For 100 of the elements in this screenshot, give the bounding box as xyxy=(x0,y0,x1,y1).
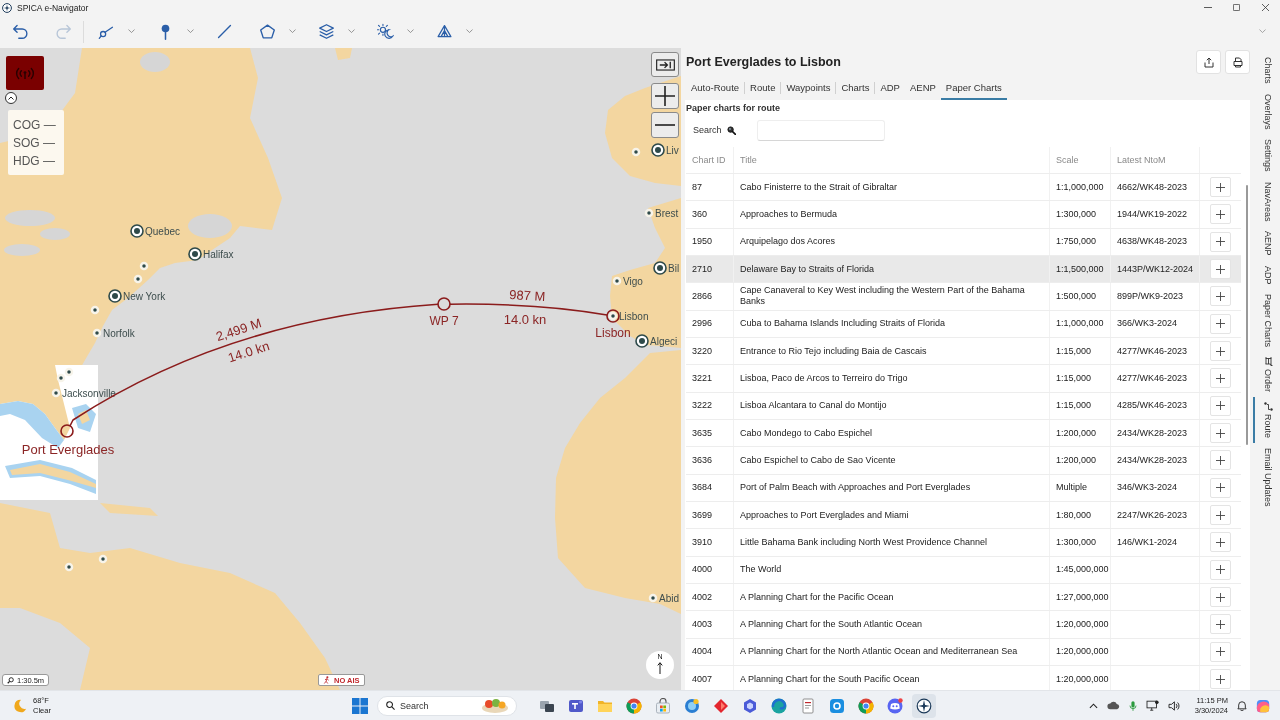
table-row[interactable]: 4000 The World 1:45,000,000 xyxy=(686,556,1241,584)
add-button[interactable] xyxy=(1210,231,1231,252)
column-header[interactable]: Chart ID xyxy=(686,147,733,173)
plus-icon xyxy=(1216,428,1225,438)
port-marker-icon[interactable] xyxy=(635,334,649,348)
add-button[interactable] xyxy=(1210,395,1231,416)
port-marker-icon[interactable] xyxy=(653,261,667,275)
tab[interactable]: ADP xyxy=(875,76,905,100)
side-tab[interactable]: Charts xyxy=(1253,52,1279,89)
table-row[interactable]: 3684 Port of Palm Beach with Approaches and Port Everglades Multiple 346/WK3-2024 xyxy=(686,474,1241,502)
table-row[interactable]: 3220 Entrance to Rio Tejo including Baia de Cascais 1:15,000 4277/WK46-2023 xyxy=(686,337,1241,366)
add-button[interactable] xyxy=(1210,341,1231,362)
plus-icon xyxy=(1216,346,1225,356)
table-cell: 1:80,000 xyxy=(1049,501,1110,529)
redo-icon xyxy=(54,23,72,40)
port-marker-icon[interactable] xyxy=(108,289,122,303)
side-tab[interactable]: Overlays xyxy=(1253,88,1279,135)
add-button[interactable] xyxy=(1210,614,1231,635)
logo-tile-icon[interactable] xyxy=(1256,698,1270,713)
port-marker-icon[interactable] xyxy=(130,224,144,238)
table-row[interactable]: 4002 A Planning Chart for the Pacific Ocean 1:27,000,000 xyxy=(686,583,1241,612)
column-header[interactable]: Scale xyxy=(1049,147,1110,173)
zoom-out-button[interactable] xyxy=(651,112,679,138)
table-row[interactable]: 3222 Lisboa Alcantara to Canal do Montijo 1:15,000 4285/WK46-2023 xyxy=(686,392,1241,420)
side-tab[interactable]: NavAreas xyxy=(1253,176,1279,227)
add-button[interactable] xyxy=(1210,532,1231,553)
city-dot-icon[interactable] xyxy=(648,593,658,603)
speaker-icon[interactable] xyxy=(1167,700,1180,711)
microphone-icon[interactable] xyxy=(1128,699,1137,712)
side-tab[interactable]: Paper Charts xyxy=(1253,289,1279,353)
add-button[interactable] xyxy=(1210,477,1231,498)
side-tab[interactable]: Email Updates xyxy=(1253,443,1279,512)
tab[interactable]: Charts xyxy=(836,76,875,100)
table-row[interactable]: 3910 Little Bahama Bank including North West Providence Channel 1:300,000 146/WK1-2024 xyxy=(686,529,1241,557)
plus-icon xyxy=(1216,647,1225,657)
city-dot-icon[interactable] xyxy=(51,388,61,398)
side-tab[interactable]: Settings xyxy=(1253,134,1279,177)
table-row[interactable]: 4004 A Planning Chart for the North Atlantic Ocean and Mediterranean Sea 1:20,000,000 xyxy=(686,638,1241,666)
table-row[interactable]: 4003 A Planning Chart for the South Atlantic Ocean 1:20,000,000 xyxy=(686,611,1241,639)
add-button[interactable] xyxy=(1210,259,1231,280)
add-button[interactable] xyxy=(1210,204,1231,225)
table-cell: 346/WK3-2024 xyxy=(1110,474,1199,501)
table-cell: 1:27,000,000 xyxy=(1049,583,1110,611)
tab[interactable]: Waypoints xyxy=(781,76,836,100)
panel-toggle-button[interactable] xyxy=(651,52,679,77)
add-button[interactable] xyxy=(1210,423,1231,444)
add-button[interactable] xyxy=(1210,641,1231,662)
table-row[interactable]: 360 Approaches to Bermuda 1:300,000 1944/WK19-2022 xyxy=(686,201,1241,229)
table-row[interactable]: 3635 Cabo Mondego to Cabo Espichel 1:200,000 2434/WK28-2023 xyxy=(686,419,1241,448)
side-tab[interactable]: ADP xyxy=(1253,260,1279,290)
waypoint-marker-icon[interactable] xyxy=(60,424,74,438)
port-marker-icon[interactable] xyxy=(188,247,202,261)
table-row[interactable]: 2996 Cuba to Bahama Islands Including Straits of Florida 1:1,000,000 366/WK3-2024 xyxy=(686,310,1241,338)
add-button[interactable] xyxy=(1210,505,1231,526)
monitor-icon[interactable] xyxy=(1145,700,1159,711)
table-row[interactable]: 3221 Lisboa, Paco de Arcos to Terreiro do Trigo 1:15,000 4277/WK46-2023 xyxy=(686,365,1241,393)
bell-icon[interactable] xyxy=(1237,700,1247,711)
add-button[interactable] xyxy=(1210,450,1231,471)
side-tab[interactable]: Order xyxy=(1253,352,1279,398)
tab[interactable]: Auto-Route xyxy=(686,76,745,100)
table-row[interactable]: 2710 Delaware Bay to Straits of Florida 1:1,500,000 1443P/WK12-2024 xyxy=(686,256,1241,284)
taskbar-app-button[interactable] xyxy=(912,693,936,718)
city-dot-icon[interactable] xyxy=(92,328,102,338)
side-tab[interactable]: AENP xyxy=(1253,226,1279,261)
table-row[interactable]: 1950 Arquipelago dos Acores 1:750,000 4638/WK48-2023 xyxy=(686,228,1241,256)
plus-icon xyxy=(1216,619,1225,629)
zoom-in-button[interactable] xyxy=(651,83,679,109)
port-marker-icon[interactable] xyxy=(651,143,665,157)
add-button[interactable] xyxy=(1210,177,1231,198)
column-header[interactable]: Latest NtoM xyxy=(1110,147,1199,173)
print-button[interactable] xyxy=(1225,50,1250,74)
table-cell: Cape Canaveral to Key West including the Western Part of the Bahama Banks xyxy=(733,283,1049,310)
cart-icon xyxy=(1263,357,1273,367)
cloud-icon[interactable] xyxy=(1106,701,1120,710)
add-button[interactable] xyxy=(1210,286,1231,307)
tab[interactable]: Route xyxy=(745,76,781,100)
table-cell-text: 2866 xyxy=(691,289,714,303)
landmass-drawing xyxy=(335,48,352,60)
plus-icon xyxy=(1216,291,1225,301)
table-row[interactable]: 3636 Cabo Espichel to Cabo de Sao Vicente 1:200,000 2434/WK28-2023 xyxy=(686,447,1241,475)
scrollbar-thumb[interactable] xyxy=(1246,185,1248,445)
table-row[interactable]: 3699 Approaches to Port Everglades and Miami 1:80,000 2247/WK26-2023 xyxy=(686,501,1241,530)
add-button[interactable] xyxy=(1210,313,1231,334)
table-row[interactable]: 87 Cabo Finisterre to the Strait of Gibraltar 1:1,000,000 4662/WK48-2023 xyxy=(686,174,1241,202)
city-dot-icon[interactable] xyxy=(612,276,622,286)
add-button[interactable] xyxy=(1210,559,1231,580)
waypoint-marker-icon[interactable] xyxy=(437,297,451,311)
add-button[interactable] xyxy=(1210,587,1231,608)
table-row[interactable]: 2866 Cape Canaveral to Key West including the Western Part of the Bahama Banks 1:500,000 899P/WK9-2023 xyxy=(686,283,1241,311)
taskbar-search-field[interactable]: Search xyxy=(377,695,517,716)
search-field[interactable] xyxy=(756,119,885,141)
table-cell-text: 3636 xyxy=(691,453,714,467)
tab[interactable]: AENP xyxy=(904,76,941,100)
plus-icon xyxy=(1216,674,1225,684)
add-button[interactable] xyxy=(1210,669,1231,690)
chevron-up-icon[interactable] xyxy=(1088,702,1098,709)
side-tab[interactable]: Route xyxy=(1253,397,1279,444)
column-header[interactable]: Title xyxy=(733,147,1049,173)
add-button[interactable] xyxy=(1210,368,1231,389)
city-dot-icon[interactable] xyxy=(644,208,654,218)
